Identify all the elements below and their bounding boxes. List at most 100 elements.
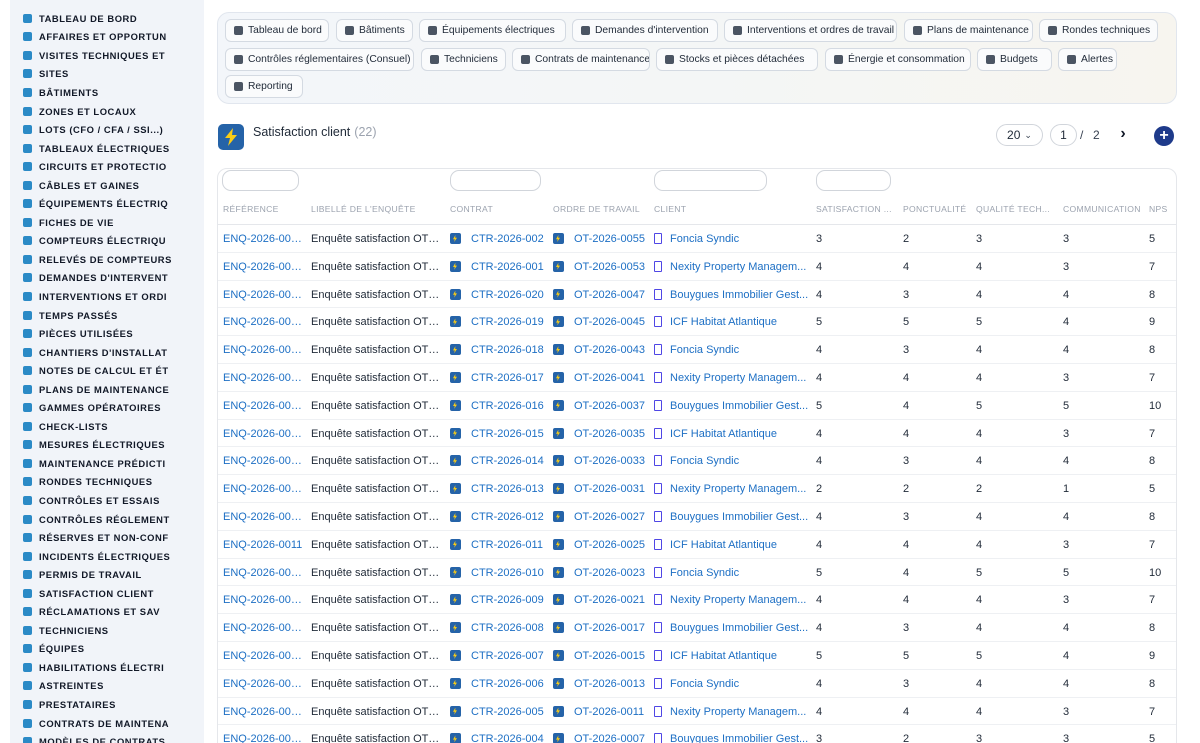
contract-link[interactable]: CTR-2026-001	[471, 261, 544, 273]
table-row[interactable]: ENQ-2026-0022 Enquête satisfaction OT 52 C…	[218, 225, 1176, 253]
reference-link[interactable]: ENQ-2026-0019	[223, 316, 303, 328]
module-tab[interactable]: Rondes techniques	[1039, 19, 1158, 42]
sidebar-item[interactable]: INCIDENTS ÉLECTRIQUES	[10, 547, 204, 566]
reference-link[interactable]: ENQ-2026-0008	[223, 622, 303, 634]
column-header[interactable]: ORDRE DE TRAVAIL	[553, 204, 640, 214]
client-link[interactable]: Bouygues Immobilier Gest...	[670, 733, 808, 743]
sidebar-item[interactable]: PLANS DE MAINTENANCE	[10, 380, 204, 399]
column-header[interactable]: QUALITÉ TECH...	[976, 204, 1050, 214]
contract-link[interactable]: CTR-2026-008	[471, 622, 544, 634]
table-row[interactable]: ENQ-2026-0011 Enquête satisfaction OT 40 C…	[218, 531, 1176, 559]
table-row[interactable]: ENQ-2026-0012 Enquête satisfaction OT 41 C…	[218, 503, 1176, 531]
module-tab[interactable]: Énergie et consommation	[825, 48, 971, 71]
client-link[interactable]: ICF Habitat Atlantique	[670, 316, 777, 328]
module-tab[interactable]: Techniciens	[421, 48, 506, 71]
reference-link[interactable]: ENQ-2026-0007	[223, 650, 303, 662]
contract-link[interactable]: CTR-2026-012	[471, 511, 544, 523]
client-link[interactable]: Foncia Syndic	[670, 344, 739, 356]
module-tab[interactable]: Bâtiments	[336, 19, 413, 42]
table-row[interactable]: ENQ-2026-0006 Enquête satisfaction OT 35 C…	[218, 670, 1176, 698]
sidebar-item[interactable]: CIRCUITS ET PROTECTIO	[10, 157, 204, 176]
contract-link[interactable]: CTR-2026-014	[471, 455, 544, 467]
client-link[interactable]: Nexity Property Managem...	[670, 706, 806, 718]
filter-satisfaction-input[interactable]	[816, 170, 891, 191]
work-order-link[interactable]: OT-2026-0031	[574, 483, 645, 495]
sidebar-item[interactable]: VISITES TECHNIQUES ET	[10, 46, 204, 65]
work-order-link[interactable]: OT-2026-0007	[574, 733, 645, 743]
reference-link[interactable]: ENQ-2026-0006	[223, 678, 303, 690]
filter-client-input[interactable]	[654, 170, 767, 191]
reference-link[interactable]: ENQ-2026-0020	[223, 289, 303, 301]
table-row[interactable]: ENQ-2026-0005 Enquête satisfaction OT 34 C…	[218, 698, 1176, 726]
contract-link[interactable]: CTR-2026-002	[471, 233, 544, 245]
module-tab[interactable]: Reporting	[225, 75, 303, 98]
sidebar-item[interactable]: SATISFACTION CLIENT	[10, 584, 204, 603]
work-order-link[interactable]: OT-2026-0013	[574, 678, 645, 690]
reference-link[interactable]: ENQ-2026-0004	[223, 733, 303, 743]
work-order-link[interactable]: OT-2026-0025	[574, 539, 645, 551]
sidebar-item[interactable]: ZONES ET LOCAUX	[10, 102, 204, 121]
client-link[interactable]: Nexity Property Managem...	[670, 594, 806, 606]
client-link[interactable]: Bouygues Immobilier Gest...	[670, 622, 808, 634]
sidebar-item[interactable]: PIÈCES UTILISÉES	[10, 324, 204, 343]
sidebar-item[interactable]: ÉQUIPEMENTS ÉLECTRIQ	[10, 194, 204, 213]
client-link[interactable]: Foncia Syndic	[670, 233, 739, 245]
module-tab[interactable]: Plans de maintenance	[904, 19, 1033, 42]
column-header[interactable]: RÉFÉRENCE	[223, 204, 279, 214]
contract-link[interactable]: CTR-2026-017	[471, 372, 544, 384]
sidebar-item[interactable]: TABLEAU DE BORD	[10, 9, 204, 28]
module-tab[interactable]: Tableau de bord	[225, 19, 329, 42]
client-link[interactable]: Bouygues Immobilier Gest...	[670, 400, 808, 412]
per-page-select[interactable]: 20 ⌄	[996, 124, 1043, 146]
module-tab[interactable]: Alertes	[1058, 48, 1117, 71]
contract-link[interactable]: CTR-2026-016	[471, 400, 544, 412]
table-row[interactable]: ENQ-2026-0008 Enquête satisfaction OT 37 C…	[218, 614, 1176, 642]
work-order-link[interactable]: OT-2026-0035	[574, 428, 645, 440]
work-order-link[interactable]: OT-2026-0015	[574, 650, 645, 662]
work-order-link[interactable]: OT-2026-0053	[574, 261, 645, 273]
module-tab[interactable]: Budgets	[977, 48, 1052, 71]
table-row[interactable]: ENQ-2026-0017 Enquête satisfaction OT 46 C…	[218, 364, 1176, 392]
module-tab[interactable]: Stocks et pièces détachées	[656, 48, 818, 71]
column-header[interactable]: CONTRAT	[450, 204, 493, 214]
client-link[interactable]: Bouygues Immobilier Gest...	[670, 511, 808, 523]
contract-link[interactable]: CTR-2026-005	[471, 706, 544, 718]
column-header[interactable]: PONCTUALITÉ	[903, 204, 966, 214]
sidebar-item[interactable]: TEMPS PASSÉS	[10, 306, 204, 325]
sidebar-item[interactable]: COMPTEURS ÉLECTRIQU	[10, 232, 204, 251]
module-tab[interactable]: Contrôles réglementaires (Consuel)	[225, 48, 414, 71]
sidebar-item[interactable]: SITES	[10, 65, 204, 84]
table-row[interactable]: ENQ-2026-0015 Enquête satisfaction OT 44 C…	[218, 420, 1176, 448]
sidebar-item[interactable]: MAINTENANCE PRÉDICTI	[10, 454, 204, 473]
sidebar-item[interactable]: AFFAIRES ET OPPORTUN	[10, 28, 204, 47]
sidebar-item[interactable]: PERMIS DE TRAVAIL	[10, 565, 204, 584]
next-page-button[interactable]: ›	[1114, 124, 1132, 144]
sidebar-item[interactable]: CHECK-LISTS	[10, 417, 204, 436]
column-header[interactable]: NPS	[1149, 204, 1168, 214]
filter-contract-input[interactable]	[450, 170, 541, 191]
sidebar-item[interactable]: TABLEAUX ÉLECTRIQUES	[10, 139, 204, 158]
sidebar-item[interactable]: MODÈLES DE CONTRATS	[10, 732, 204, 743]
sidebar-item[interactable]: BÂTIMENTS	[10, 83, 204, 102]
sidebar-item[interactable]: TECHNICIENS	[10, 621, 204, 640]
table-row[interactable]: ENQ-2026-0016 Enquête satisfaction OT 45 C…	[218, 392, 1176, 420]
contract-link[interactable]: CTR-2026-013	[471, 483, 544, 495]
contract-link[interactable]: CTR-2026-009	[471, 594, 544, 606]
reference-link[interactable]: ENQ-2026-0017	[223, 372, 303, 384]
work-order-link[interactable]: OT-2026-0045	[574, 316, 645, 328]
sidebar-item[interactable]: PRESTATAIRES	[10, 695, 204, 714]
work-order-link[interactable]: OT-2026-0027	[574, 511, 645, 523]
module-tab[interactable]: Interventions et ordres de travail	[724, 19, 897, 42]
reference-link[interactable]: ENQ-2026-0015	[223, 428, 303, 440]
column-header[interactable]: LIBELLÉ DE L'ENQUÊTE	[311, 204, 416, 214]
work-order-link[interactable]: OT-2026-0021	[574, 594, 645, 606]
contract-link[interactable]: CTR-2026-020	[471, 289, 544, 301]
reference-link[interactable]: ENQ-2026-0021	[223, 261, 303, 273]
contract-link[interactable]: CTR-2026-007	[471, 650, 544, 662]
contract-link[interactable]: CTR-2026-019	[471, 316, 544, 328]
work-order-link[interactable]: OT-2026-0033	[574, 455, 645, 467]
work-order-link[interactable]: OT-2026-0041	[574, 372, 645, 384]
contract-link[interactable]: CTR-2026-018	[471, 344, 544, 356]
sidebar-item[interactable]: RÉCLAMATIONS ET SAV	[10, 603, 204, 622]
sidebar-item[interactable]: RELEVÉS DE COMPTEURS	[10, 250, 204, 269]
